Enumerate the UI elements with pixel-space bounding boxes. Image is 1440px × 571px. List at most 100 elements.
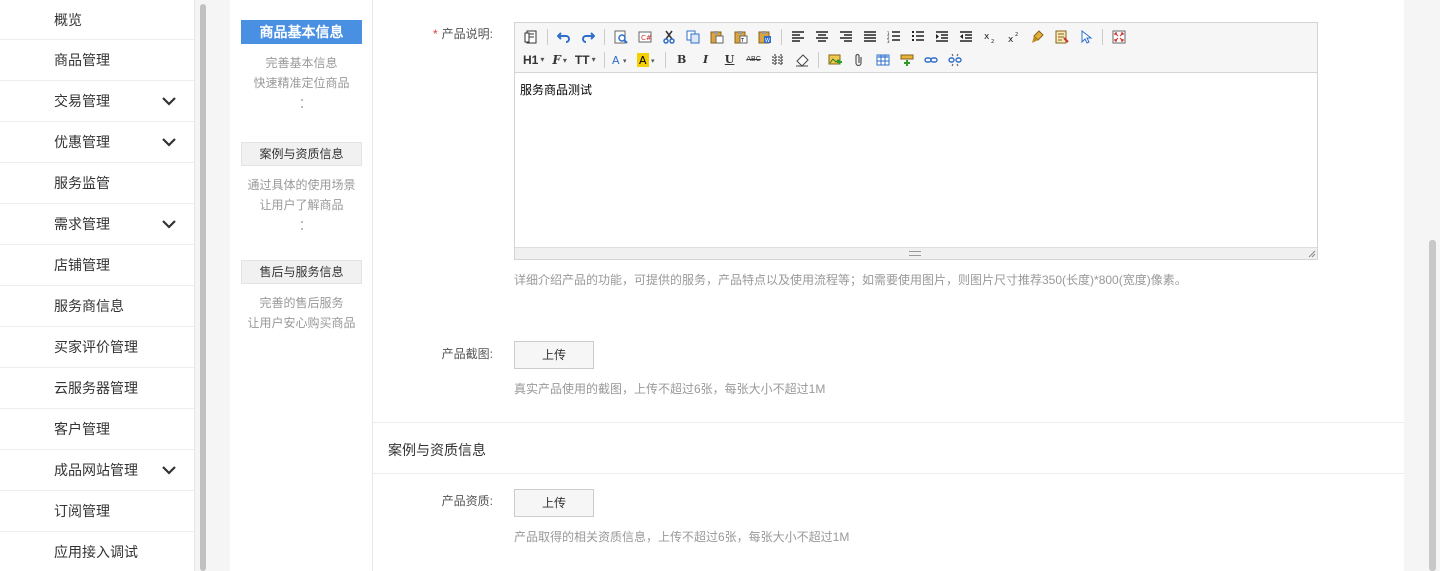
step-basic-info[interactable]: 商品基本信息 [241,20,362,44]
svg-text:▾: ▾ [651,57,655,65]
section-divider [373,473,1404,474]
sidebar-item-label: 应用接入调试 [54,544,138,560]
section-divider [373,422,1404,423]
select-all-icon[interactable] [1074,27,1098,47]
insert-row-icon[interactable] [895,50,919,70]
align-left-icon[interactable] [786,27,810,47]
sidebar-item[interactable]: 优惠管理 [0,122,194,163]
sidebar-item[interactable]: 客户管理 [0,409,194,450]
sidebar-item-label: 服务监管 [54,175,110,191]
align-center-icon[interactable] [810,27,834,47]
outdent-icon[interactable] [954,27,978,47]
step-service-info[interactable]: 售后与服务信息 [241,260,362,284]
font-size-dropdown[interactable]: TT ▾ [571,50,600,70]
svg-text:x: x [984,32,990,42]
sidebar-item[interactable]: 服务监管 [0,163,194,204]
subscript-icon[interactable]: x2 [978,27,1002,47]
ordered-list-icon[interactable]: 123 [882,27,906,47]
description-hint: 详细介绍产品的功能，可提供的服务，产品特点以及使用流程等；如需要使用图片，则图片… [514,273,1187,287]
highlight-color-icon[interactable]: A ▾ [635,50,661,70]
sidebar-menu: 概览商品管理交易管理优惠管理服务监管需求管理 店铺管理 服务商信息 买家评价管理云服务… [0,0,194,571]
template-icon[interactable] [1050,27,1074,47]
indent-icon[interactable] [930,27,954,47]
page-scrollbar-thumb[interactable] [1429,240,1436,571]
sidebar-item-label: 成品网站管理 [54,462,138,478]
copy-icon[interactable] [681,27,705,47]
cut-icon[interactable] [657,27,681,47]
step-dots [301,221,303,235]
paste-text-icon[interactable]: T [729,27,753,47]
sidebar-item[interactable]: 云服务器管理 [0,368,194,409]
qualification-label: 产品资质: [441,494,493,508]
editor-content[interactable]: 服务商品测试 [515,73,1317,248]
font-color-icon[interactable]: A ▾ [609,50,635,70]
sidebar-item[interactable]: 应用接入调试 [0,532,194,571]
qualification-upload-button[interactable]: 上传 [514,489,594,517]
sidebar-scrollbar-thumb[interactable] [200,4,206,571]
horizontal-rule-icon[interactable] [766,50,790,70]
align-right-icon[interactable] [834,27,858,47]
paste-icon[interactable] [705,27,729,47]
underline-button[interactable]: U [718,50,742,70]
bold-button[interactable]: B [670,50,694,70]
italic-button[interactable]: I [694,50,718,70]
sidebar-item[interactable]: 订阅管理 [0,491,194,532]
editor-resize-bar[interactable] [515,247,1317,259]
unlink-icon[interactable] [943,50,967,70]
editor-toolbar: C# T W 123 x2 x2 H1 ▾ F ▾ TT ▾ A ▾ A ▾ B… [515,23,1317,73]
eraser-icon[interactable] [790,50,814,70]
chevron-down-icon[interactable] [160,92,178,110]
resize-corner-icon[interactable] [1308,250,1316,258]
source-icon[interactable] [519,27,543,47]
sidebar-item-label: 交易管理 [54,93,110,109]
redo-icon[interactable] [576,27,600,47]
step-cases-desc-1: 通过具体的使用场景 [247,178,356,192]
superscript-icon[interactable]: x2 [1002,27,1026,47]
sidebar-item-label: 概览 [54,11,82,28]
undo-icon[interactable] [552,27,576,47]
link-icon[interactable] [919,50,943,70]
sidebar-item-label: 订阅管理 [54,503,110,519]
sidebar-item[interactable]: 交易管理 [0,81,194,122]
strikethrough-button[interactable]: ABC [742,50,766,70]
screenshot-upload-button[interactable]: 上传 [514,341,594,369]
svg-text:C#: C# [641,34,652,42]
sidebar-item-label: 优惠管理 [54,134,110,150]
rich-text-editor[interactable]: C# T W 123 x2 x2 H1 ▾ F ▾ TT ▾ A ▾ A ▾ B… [514,22,1318,260]
heading-dropdown[interactable]: H1 ▾ [519,50,548,70]
step-service-desc-1: 完善的售后服务 [259,296,344,310]
insert-table-icon[interactable] [871,50,895,70]
font-label: F [552,52,561,67]
preview-icon[interactable] [609,27,633,47]
svg-text:2: 2 [991,39,994,44]
sidebar-item[interactable]: 店铺管理 [0,245,194,286]
step-cases-info[interactable]: 案例与资质信息 [241,142,362,166]
code-icon[interactable]: C# [633,27,657,47]
resize-grip-icon[interactable] [909,251,921,256]
sidebar-item[interactable]: 服务商信息 [0,286,194,327]
sidebar-item[interactable]: 商品管理 [0,40,194,81]
chevron-down-icon[interactable] [160,133,178,151]
svg-text:▾: ▾ [623,57,627,65]
align-justify-icon[interactable] [858,27,882,47]
step-nav: 商品基本信息 完善基本信息 快速精准定位商品 案例与资质信息 通过具体的使用场景… [230,0,373,571]
fullscreen-icon[interactable] [1107,27,1131,47]
sidebar-item[interactable]: 买家评价管理 [0,327,194,368]
sidebar-item-label: 商品管理 [54,52,110,68]
chevron-down-icon[interactable] [160,215,178,233]
font-family-dropdown[interactable]: F ▾ [548,50,571,70]
chevron-down-icon[interactable] [160,461,178,479]
sidebar-item[interactable]: 需求管理 [0,204,194,245]
sidebar-item-label: 云服务器管理 [54,380,138,396]
sidebar-item[interactable]: 成品网站管理 [0,450,194,491]
step-basic-desc-1: 完善基本信息 [265,56,338,70]
paste-word-icon[interactable]: W [753,27,777,47]
sidebar-item[interactable]: 概览 [0,0,194,40]
insert-image-icon[interactable] [823,50,847,70]
required-mark: * [432,27,438,41]
step-cases-desc-2: 让用户了解商品 [259,198,344,212]
format-painter-icon[interactable] [1026,27,1050,47]
attachment-icon[interactable] [847,50,871,70]
unordered-list-icon[interactable] [906,27,930,47]
svg-text:3: 3 [887,39,890,43]
